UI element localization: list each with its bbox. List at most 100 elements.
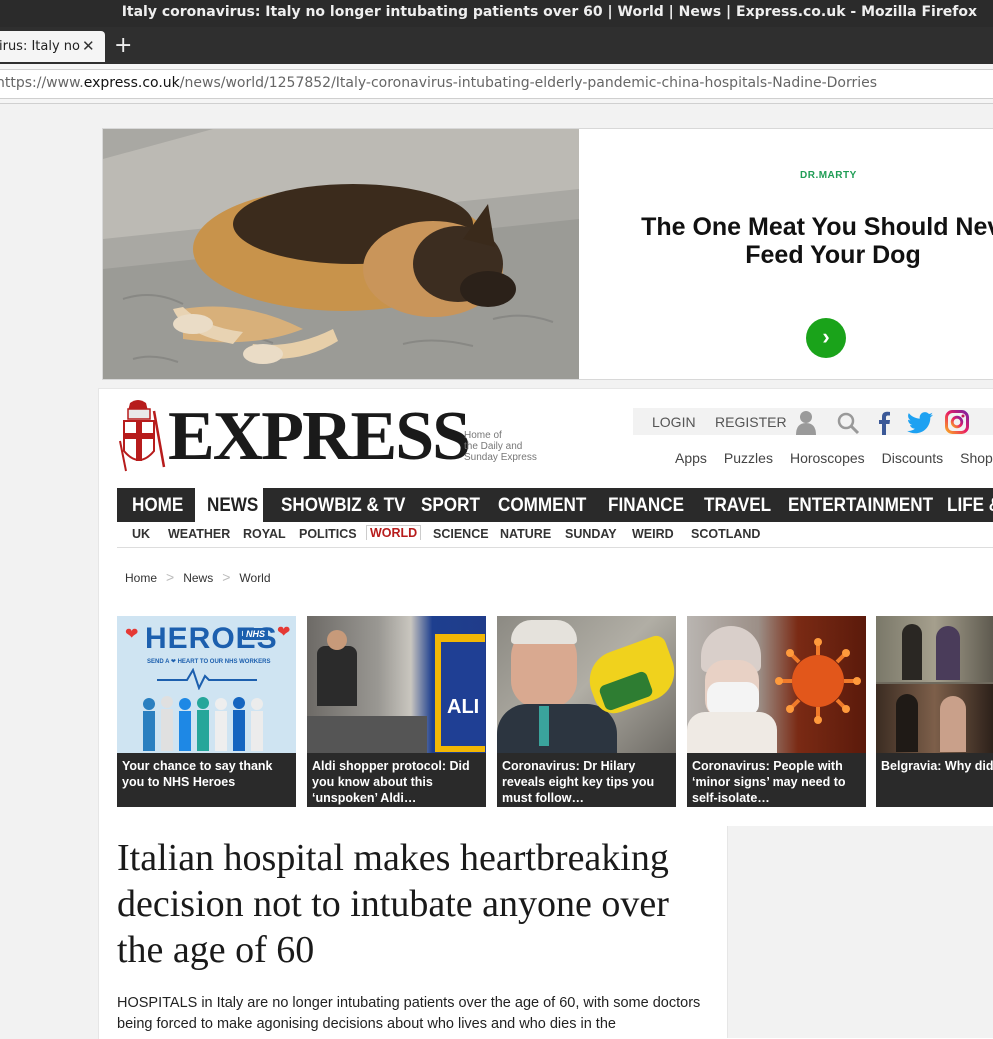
breadcrumb-world[interactable]: World — [239, 571, 270, 585]
presenter-suit — [497, 704, 617, 753]
subnav-nature[interactable]: NATURE — [500, 527, 551, 541]
nav-news-label: NEWS — [207, 495, 259, 516]
trending-card[interactable]: ALI Aldi shopper protocol: Did you know … — [307, 616, 486, 807]
card-image-nhs-heroes: HEROES NHS SEND A ❤ HEART TO OUR NHS WOR… — [117, 616, 296, 753]
nav-news[interactable]: NEWS — [195, 488, 263, 522]
subnav-sunday[interactable]: SUNDAY — [565, 527, 617, 541]
nav-finance[interactable]: FINANCE — [608, 488, 692, 522]
sidebar-column — [727, 826, 993, 1038]
user-icon[interactable] — [795, 409, 817, 435]
dog-illustration — [103, 129, 579, 379]
subnav-weird[interactable]: WEIRD — [632, 527, 674, 541]
card-image-dr-hilary — [497, 616, 676, 753]
quick-link-puzzles[interactable]: Puzzles — [724, 450, 773, 466]
nav-life-label: LIFE & — [947, 495, 993, 516]
card-image-subtext: SEND A ❤ HEART TO OUR NHS WORKERS — [147, 659, 271, 665]
ad-dog-image[interactable] — [103, 129, 579, 379]
shopper-figure — [317, 646, 357, 706]
card-caption[interactable]: Coronavirus: Dr Hilary reveals eight key… — [502, 758, 672, 806]
login-link[interactable]: LOGIN — [652, 414, 696, 430]
trending-card[interactable]: HEROES NHS SEND A ❤ HEART TO OUR NHS WOR… — [117, 616, 296, 807]
nav-travel[interactable]: TRAVEL — [704, 488, 779, 522]
aldi-sign-text: ALI — [447, 696, 480, 718]
quick-link-apps[interactable]: Apps — [675, 450, 707, 466]
tab-strip — [0, 27, 993, 64]
breadcrumb-home[interactable]: Home — [125, 571, 157, 585]
card-image-nhs-badge: NHS — [243, 628, 269, 640]
sub-navigation: UK WEATHER ROYAL POLITICS WORLD SCIENCE … — [117, 522, 993, 548]
tab-title-wrapper: Italy coronavirus: Italy no — [0, 39, 80, 54]
heart-icon: ❤ — [125, 626, 139, 643]
nav-home[interactable]: HOME — [117, 488, 193, 522]
subnav-weather[interactable]: WEATHER — [168, 527, 230, 541]
woman-coat — [687, 712, 777, 753]
quick-links: Apps Puzzles Horoscopes Discounts Shop — [675, 450, 993, 466]
card-caption[interactable]: Your chance to say thank you to NHS Hero… — [122, 758, 292, 790]
breadcrumb-news[interactable]: News — [183, 571, 213, 585]
virus-icon — [775, 638, 861, 724]
nav-life[interactable]: LIFE & — [947, 488, 993, 522]
nav-sport[interactable]: SPORT — [421, 488, 486, 522]
quick-link-horoscopes[interactable]: Horoscopes — [790, 450, 865, 466]
main-navigation: HOME NEWS SHOWBIZ & TV SPORT COMMENT FIN… — [117, 488, 993, 522]
quick-link-discounts[interactable]: Discounts — [882, 450, 943, 466]
period-figure — [902, 624, 922, 680]
express-logo[interactable]: EXPRESS — [168, 397, 471, 477]
url-path: /news/world/1257852/Italy-coronavirus-in… — [179, 75, 878, 91]
window-title-bar: Italy coronavirus: Italy no longer intub… — [0, 0, 993, 27]
shopper-head — [327, 630, 347, 650]
trending-card[interactable]: Belgravia: Why did Trenchard reveal his … — [876, 616, 993, 807]
heart-icon: ❤ — [277, 624, 291, 641]
advertisement-banner[interactable]: DR.MARTY The One Meat You Should Never F… — [102, 128, 993, 380]
quick-link-shop[interactable]: Shop — [960, 450, 993, 466]
trending-card[interactable]: Coronavirus: People with ‘minor signs’ m… — [687, 616, 866, 807]
card-image-aldi-store: ALI — [307, 616, 486, 753]
card-caption[interactable]: Belgravia: Why did Trenchard reveal his … — [881, 758, 993, 774]
subnav-scotland[interactable]: SCOTLAND — [691, 527, 760, 541]
presenter-hair — [511, 620, 577, 644]
subnav-royal[interactable]: ROYAL — [243, 527, 286, 541]
nav-comment-label: COMMENT — [498, 495, 587, 516]
presenter-tie — [539, 706, 549, 746]
aldi-sign-panel — [441, 642, 485, 746]
nav-sport-label: SPORT — [421, 495, 480, 516]
nav-entertainment-label: ENTERTAINMENT — [788, 495, 934, 516]
checkout-counter — [307, 716, 427, 753]
address-bar-url[interactable]: https://www.express.co.uk/news/world/125… — [0, 75, 877, 91]
ad-headline[interactable]: The One Meat You Should Never Feed Your … — [613, 213, 993, 269]
subnav-politics[interactable]: POLITICS — [299, 527, 357, 541]
card-image-coronavirus — [687, 616, 866, 753]
url-prefix: https://www. — [0, 75, 84, 91]
breadcrumb: Home > News > World — [125, 569, 271, 585]
breadcrumb-chevron-icon: > — [222, 569, 231, 585]
article-headline: Italian hospital makes heartbreaking dec… — [117, 837, 669, 971]
tab-title: Italy coronavirus: Italy no — [0, 39, 80, 54]
subnav-science[interactable]: SCIENCE — [433, 527, 489, 541]
instagram-icon[interactable] — [945, 410, 969, 434]
nav-showbiz-tv[interactable]: SHOWBIZ & TV — [281, 488, 419, 522]
nav-entertainment[interactable]: ENTERTAINMENT — [788, 488, 949, 522]
face-mask — [707, 682, 759, 716]
nav-comment[interactable]: COMMENT — [498, 488, 596, 522]
facebook-icon[interactable] — [877, 411, 891, 435]
period-figure — [896, 694, 918, 752]
register-link[interactable]: REGISTER — [715, 414, 787, 430]
ad-cta-arrow-icon[interactable]: › — [806, 318, 846, 358]
subnav-world[interactable]: WORLD — [366, 525, 422, 540]
article-body: HOSPITALS in Italy are no longer intubat… — [117, 995, 701, 1032]
card-caption[interactable]: Coronavirus: People with ‘minor signs’ m… — [692, 758, 862, 806]
search-icon[interactable] — [836, 411, 860, 435]
nav-travel-label: TRAVEL — [704, 495, 772, 516]
twitter-icon[interactable] — [907, 412, 933, 434]
new-tab-button[interactable]: + — [114, 33, 132, 58]
card-caption[interactable]: Aldi shopper protocol: Did you know abou… — [312, 758, 482, 806]
breadcrumb-chevron-icon: > — [166, 569, 175, 585]
subnav-uk[interactable]: UK — [132, 527, 150, 541]
trending-card[interactable]: Coronavirus: Dr Hilary reveals eight key… — [497, 616, 676, 807]
close-tab-icon[interactable]: ✕ — [82, 37, 95, 55]
belgravia-scene-bottom — [876, 684, 993, 753]
nav-finance-label: FINANCE — [608, 495, 685, 516]
browser-tab[interactable]: Italy coronavirus: Italy no ✕ — [0, 31, 105, 62]
crusader-crest-logo-icon[interactable] — [118, 397, 168, 473]
logo-tagline: Home of the Daily and Sunday Express — [464, 430, 537, 463]
